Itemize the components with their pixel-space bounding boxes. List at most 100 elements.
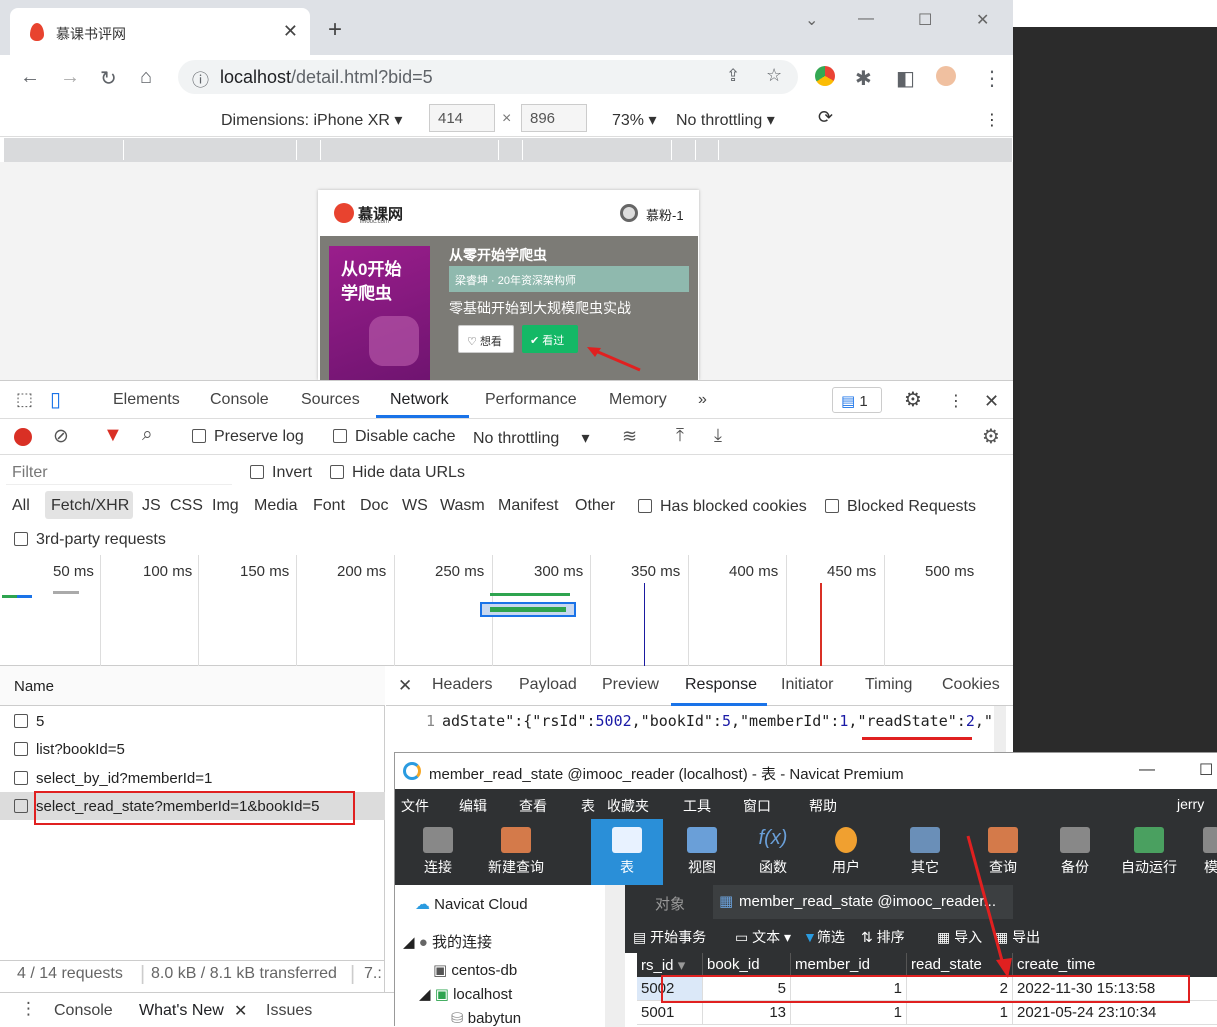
settings-gear-icon[interactable]: ⚙ (904, 387, 922, 412)
user-name[interactable]: 慕粉-1 (646, 205, 684, 224)
menu-kebab-icon[interactable]: ⋮ (982, 66, 1002, 91)
home-icon[interactable]: ⌂ (140, 66, 152, 89)
tree-scrollbar[interactable] (605, 885, 625, 1027)
type-doc[interactable]: Doc (360, 497, 388, 515)
network-overview-timeline[interactable]: 50 ms 100 ms 150 ms 200 ms 250 ms 300 ms… (0, 555, 1013, 666)
tool-backup[interactable]: 备份 (1051, 819, 1099, 885)
request-row[interactable]: list?bookId=5 (0, 735, 385, 763)
request-row-selected[interactable]: select_read_state?memberId=1&bookId=5 (0, 792, 385, 820)
close-drawer-tab-icon[interactable]: ✕ (234, 1001, 247, 1021)
menu-help[interactable]: 帮助 (809, 796, 837, 816)
hide-data-urls-checkbox[interactable] (330, 465, 344, 479)
text-button[interactable]: ▭ 文本 ▾ (735, 927, 791, 947)
tab-search-icon[interactable]: ⌄ (805, 10, 818, 30)
tool-new-query[interactable]: 新建查询 (483, 819, 549, 885)
blocked-requests-checkbox[interactable] (825, 499, 839, 513)
cell[interactable]: 1 (791, 1001, 907, 1025)
tab-console[interactable]: Console (210, 391, 269, 409)
request-row[interactable]: select_by_id?memberId=1 (0, 764, 385, 792)
device-more-icon[interactable]: ⋮ (984, 110, 1000, 130)
tool-user[interactable]: 用户 (821, 819, 871, 885)
request-checkbox[interactable] (14, 714, 28, 728)
cell[interactable]: 5001 (637, 1001, 703, 1025)
drawer-tab-console[interactable]: Console (54, 1002, 113, 1020)
request-checkbox[interactable] (14, 771, 28, 785)
tab-initiator[interactable]: Initiator (781, 676, 833, 694)
cell[interactable]: 1 (791, 977, 907, 1001)
new-tab-icon[interactable]: + (328, 16, 342, 44)
menu-file[interactable]: 文件 (401, 796, 429, 816)
type-font[interactable]: Font (313, 497, 345, 515)
cell[interactable]: 13 (703, 1001, 791, 1025)
filter-input[interactable]: Filter (6, 461, 232, 485)
chrome-extension-icon[interactable] (815, 66, 835, 86)
tab-headers[interactable]: Headers (432, 676, 492, 694)
close-window-icon[interactable]: ✕ (976, 10, 989, 30)
filter-button[interactable]: ▼筛选 (803, 927, 845, 947)
tool-other[interactable]: 其它 (901, 819, 949, 885)
drawer-tab-whats-new[interactable]: What's New (139, 1002, 224, 1020)
type-other[interactable]: Other (575, 497, 615, 515)
name-column-header[interactable]: Name (0, 666, 385, 706)
third-party-checkbox[interactable] (14, 532, 28, 546)
tree-centos-db[interactable]: ▣ centos-db (433, 961, 517, 979)
type-media[interactable]: Media (254, 497, 298, 515)
menu-window[interactable]: 窗口 (743, 796, 771, 816)
issues-badge[interactable]: ▤ 1 (832, 387, 882, 413)
profile-avatar[interactable] (936, 66, 956, 86)
export-har-icon[interactable]: ⤓ (714, 425, 722, 446)
have-read-button[interactable]: ✔ 看过 (522, 325, 578, 353)
cell[interactable]: 2021-05-24 23:10:34 (1013, 1001, 1217, 1025)
maximize-icon[interactable]: ☐ (918, 10, 932, 30)
tree-navicat-cloud[interactable]: ☁ Navicat Cloud (415, 895, 528, 913)
tab-performance[interactable]: Performance (485, 391, 577, 409)
navicat-user[interactable]: jerry (1177, 796, 1204, 812)
tab-objects[interactable]: 对象 (655, 893, 685, 914)
blocked-cookies-checkbox[interactable] (638, 499, 652, 513)
sidepanel-icon[interactable]: ◧ (896, 66, 915, 91)
col-rs-id[interactable]: rs_id ▾ (637, 953, 703, 977)
device-height-input[interactable]: 896 (521, 104, 587, 132)
response-body[interactable]: 1 adState":{"rsId":5002,"bookId":5,"memb… (386, 706, 1006, 752)
type-wasm[interactable]: Wasm (440, 497, 485, 515)
network-throttle-select[interactable]: No throttling ▾ (473, 428, 590, 448)
zoom-selector[interactable]: 73% (612, 112, 644, 129)
tab-response[interactable]: Response (685, 676, 757, 694)
device-toggle-icon[interactable]: ▯ (50, 387, 61, 412)
tool-model[interactable]: 模 (1201, 819, 1217, 885)
request-row[interactable]: 5 (0, 707, 385, 735)
type-css[interactable]: CSS (170, 497, 203, 515)
invert-checkbox[interactable] (250, 465, 264, 479)
menu-table[interactable]: 表 (581, 796, 595, 816)
col-member-id[interactable]: member_id (791, 953, 907, 977)
type-all[interactable]: All (12, 497, 30, 515)
record-icon[interactable] (14, 428, 32, 446)
col-book-id[interactable]: book_id (703, 953, 791, 977)
forward-icon[interactable]: → (60, 66, 80, 89)
menu-edit[interactable]: 编辑 (459, 796, 487, 816)
want-read-button[interactable]: ♡ 想看 (458, 325, 514, 353)
back-icon[interactable]: ← (20, 66, 40, 89)
menu-view[interactable]: 查看 (519, 796, 547, 816)
tab-sources[interactable]: Sources (301, 391, 360, 409)
begin-transaction-button[interactable]: ▤ 开始事务 (633, 927, 706, 947)
devtools-more-icon[interactable]: ⋮ (948, 391, 964, 411)
minimize-icon[interactable]: — (858, 10, 874, 28)
more-tabs-icon[interactable]: » (698, 391, 707, 409)
tree-localhost[interactable]: ◢ ▣ localhost (419, 985, 512, 1003)
tool-view[interactable]: 视图 (677, 819, 727, 885)
clear-icon[interactable]: ⊘ (53, 425, 69, 448)
close-detail-icon[interactable]: ✕ (398, 676, 412, 696)
tool-connect[interactable]: 连接 (413, 819, 463, 885)
filter-funnel-icon[interactable]: ▼ (103, 424, 123, 447)
preserve-log-checkbox[interactable] (192, 429, 206, 443)
type-img[interactable]: Img (212, 497, 239, 515)
wifi-settings-icon[interactable]: ≋ (622, 426, 637, 447)
cell[interactable]: 1 (907, 1001, 1013, 1025)
import-har-icon[interactable]: ⤒ (676, 425, 684, 446)
close-tab-icon[interactable]: ✕ (283, 21, 298, 42)
reload-icon[interactable]: ↻ (100, 66, 117, 91)
tab-payload[interactable]: Payload (519, 676, 577, 694)
browser-tab[interactable]: 慕课书评网 ✕ (10, 8, 310, 55)
menu-tools[interactable]: 工具 (683, 796, 711, 816)
